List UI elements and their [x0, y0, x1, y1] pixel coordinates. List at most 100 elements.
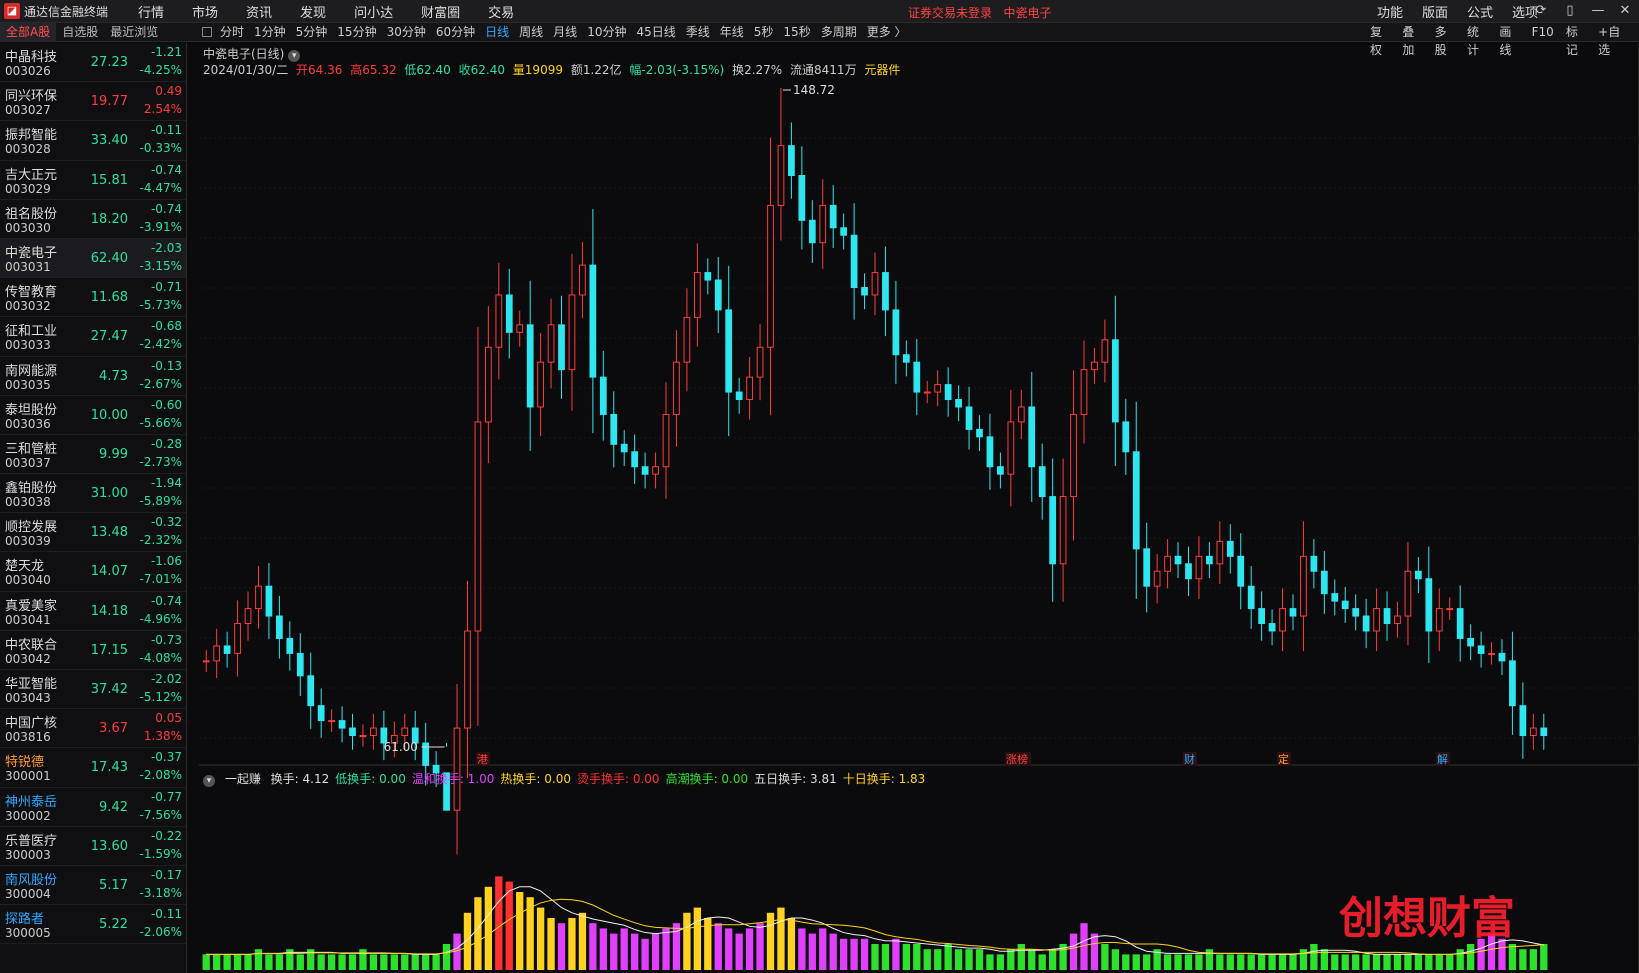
stock-name: 中农联合	[5, 637, 58, 653]
quote-close: 收62.40	[458, 63, 505, 77]
candle-body	[725, 309, 733, 393]
candle-body	[767, 204, 774, 348]
stock-row[interactable]: 中晶科技 003026 27.23 -1.21 -4.25%	[0, 43, 186, 83]
menu-item-discover[interactable]: 发现	[300, 2, 326, 21]
period-5sec[interactable]: 5秒	[754, 23, 774, 42]
stock-row[interactable]: 中农联合 003042 17.15 -0.73 -4.08%	[0, 631, 186, 670]
close-icon[interactable]: ✕	[1616, 2, 1634, 20]
period-30min[interactable]: 30分钟	[387, 23, 426, 42]
candle-body	[652, 466, 659, 475]
stock-row[interactable]: 同兴环保 003027 19.77 0.49 2.54%	[0, 82, 186, 122]
menu-item-layout[interactable]: 版面	[1422, 2, 1448, 21]
tab-watchlist[interactable]: 自选股	[56, 23, 104, 42]
stock-row[interactable]: 中国广核 003816 3.67 0.05 1.38%	[0, 709, 186, 749]
stock-row[interactable]: 祖名股份 003030 18.20 -0.74 -3.91%	[0, 200, 186, 239]
period-intraday[interactable]: 分时	[220, 23, 244, 42]
period-monthly[interactable]: 月线	[553, 23, 577, 42]
tab-recent[interactable]: 最近浏览	[104, 23, 164, 42]
period-45day[interactable]: 45日线	[636, 23, 675, 42]
stock-row[interactable]: 吉大正元 003029 15.81 -0.74 -4.47%	[0, 161, 186, 200]
stock-row[interactable]: 探路者 300005 5.22 -0.11 -2.06%	[0, 905, 186, 945]
tool-mark[interactable]: 标记	[1566, 23, 1586, 57]
tool-adjust[interactable]: 复权	[1370, 23, 1390, 57]
stock-row[interactable]: 南风股份 300004 5.17 -0.17 -3.18%	[0, 866, 186, 906]
stock-row[interactable]: 顺控发展 003039 13.48 -0.32 -2.32%	[0, 513, 186, 553]
turnover-bar	[1278, 954, 1287, 970]
stock-row[interactable]: 南网能源 003035 4.73 -0.13 -2.67%	[0, 357, 186, 396]
stock-row[interactable]: 特锐德 300001 17.43 -0.37 -2.08%	[0, 748, 186, 788]
stock-row[interactable]: 泰坦股份 003036 10.00 -0.60 -5.66%	[0, 396, 186, 435]
stock-row[interactable]: 传智教育 003032 11.68 -0.71 -5.73%	[0, 278, 186, 318]
tool-multi-stock[interactable]: 多股	[1435, 23, 1455, 57]
candlestick-chart[interactable]: 148.72 61.00 港 涨榜 财 定 解创想财富	[199, 43, 1639, 973]
stock-row[interactable]: 神州泰岳 300002 9.42 -0.77 -7.56%	[0, 788, 186, 827]
tab-all-a-shares[interactable]: 全部A股	[0, 23, 57, 42]
tool-overlay[interactable]: 叠加	[1402, 23, 1422, 57]
quote-low: 低62.40	[404, 63, 451, 77]
stock-row[interactable]: 华亚智能 003043 37.42 -2.02 -5.12%	[0, 670, 186, 710]
turnover-bar	[1372, 954, 1381, 970]
turnover-bar	[442, 944, 451, 970]
period-weekly[interactable]: 周线	[519, 23, 543, 42]
period-more[interactable]: 更多 〉	[867, 23, 907, 42]
period-1min[interactable]: 1分钟	[254, 23, 286, 42]
indicator-toggle-icon[interactable]: ▾	[203, 775, 215, 787]
phone-icon[interactable]: ▯	[1561, 2, 1579, 20]
menu-item-wealth-circle[interactable]: 财富圈	[421, 2, 460, 21]
period-15sec[interactable]: 15秒	[783, 23, 810, 42]
tool-f10[interactable]: F10	[1532, 23, 1554, 42]
stock-row[interactable]: 中瓷电子 003031 62.40 -2.03 -3.15%	[0, 238, 186, 279]
menu-item-ask[interactable]: 问小达	[354, 2, 393, 21]
period-15min[interactable]: 15分钟	[337, 23, 376, 42]
stock-name: 鑫铂股份	[5, 481, 58, 497]
stock-row[interactable]: 鑫铂股份 003038 31.00 -1.94 -5.89%	[0, 474, 186, 514]
turnover-bar	[1195, 954, 1203, 970]
turnover-bar	[1456, 949, 1464, 970]
turnover-bar	[1446, 954, 1454, 970]
turnover-bar	[411, 954, 419, 970]
tool-draw[interactable]: 画线	[1499, 23, 1519, 57]
menu-item-news[interactable]: 资讯	[246, 2, 272, 21]
turnover-bar	[934, 949, 942, 970]
refresh-icon[interactable]: ⟳	[1532, 2, 1550, 20]
period-daily[interactable]: 日线	[485, 23, 509, 42]
stock-row[interactable]: 征和工业 003033 27.47 -0.68 -2.42%	[0, 317, 186, 357]
stock-row[interactable]: 楚天龙 003040 14.07 -1.06 -7.01%	[0, 552, 186, 592]
tool-statistics[interactable]: 统计	[1467, 23, 1487, 57]
stock-row[interactable]: 振邦智能 003028 33.40 -0.11 -0.33%	[0, 121, 186, 161]
event-marker: 定	[1278, 752, 1289, 766]
watermark-logo: 创想财富	[1339, 893, 1515, 944]
minimize-icon[interactable]: —	[1589, 2, 1607, 20]
indicator-name[interactable]: 一起赚	[225, 772, 261, 786]
period-60min[interactable]: 60分钟	[436, 23, 475, 42]
login-warning[interactable]: 证券交易未登录 中瓷电子	[908, 4, 1051, 21]
menu-item-trade[interactable]: 交易	[488, 2, 514, 21]
period-multi[interactable]: 多周期	[821, 23, 857, 42]
quote-sector[interactable]: 元器件	[864, 63, 900, 77]
menu-item-function[interactable]: 功能	[1377, 2, 1403, 21]
stock-name: 楚天龙	[5, 559, 45, 575]
stock-percent: -2.32%	[139, 533, 182, 548]
period-5min[interactable]: 5分钟	[296, 23, 328, 42]
period-10min[interactable]: 10分钟	[587, 23, 626, 42]
stock-row[interactable]: 三和管桩 003037 9.99 -0.28 -2.73%	[0, 435, 186, 475]
menu-item-quotes[interactable]: 行情	[138, 2, 164, 21]
menu-item-formula[interactable]: 公式	[1467, 2, 1493, 21]
menu-item-market[interactable]: 市场	[192, 2, 218, 21]
candle-body	[1435, 608, 1443, 632]
candle-body	[307, 675, 315, 707]
turnover-bar	[735, 933, 743, 970]
stock-percent: -4.96%	[139, 611, 182, 626]
event-marker: 财	[1184, 752, 1195, 766]
stock-change: -0.17	[150, 867, 182, 882]
turnover-bar	[453, 933, 461, 970]
period-quarter[interactable]: 季线	[686, 23, 710, 42]
stock-row[interactable]: 乐普医疗 300003 13.60 -0.22 -1.59%	[0, 827, 186, 866]
candle-body	[788, 145, 795, 177]
period-year[interactable]: 年线	[720, 23, 744, 42]
stock-row[interactable]: 真爱美家 003041 14.18 -0.74 -4.96%	[0, 592, 186, 631]
panel-toggle-icon[interactable]	[202, 27, 212, 37]
turnover-bar	[390, 954, 398, 970]
tool-add-watchlist[interactable]: +自选	[1598, 23, 1627, 57]
candle-body	[1383, 608, 1391, 625]
